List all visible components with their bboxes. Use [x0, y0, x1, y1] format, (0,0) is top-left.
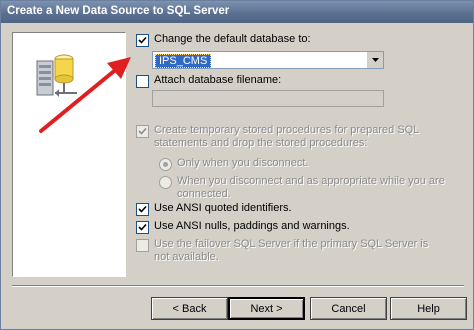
- checkmark-icon: [138, 127, 147, 135]
- radio-only-disconnect-label: Only when you disconnect.: [177, 157, 309, 169]
- ansi-quoted-checkbox-row[interactable]: Use ANSI quoted identifiers.: [136, 202, 292, 216]
- radio-appropriate-label: When you disconnect and as appropriate w…: [177, 175, 445, 200]
- help-button[interactable]: Help: [390, 297, 467, 320]
- attach-db-checkbox[interactable]: [136, 75, 149, 88]
- radio-only-disconnect-row[interactable]: Only when you disconnect.: [159, 157, 308, 171]
- annotation-arrow-icon: [39, 57, 131, 133]
- checkmark-icon: [138, 205, 147, 213]
- temp-procs-label: Create temporary stored procedures for p…: [154, 124, 419, 149]
- window-title: Create a New Data Source to SQL Server: [7, 5, 230, 17]
- change-default-db-label: Change the default database to:: [154, 33, 311, 45]
- ansi-nulls-checkbox-row[interactable]: Use ANSI nulls, paddings and warnings.: [136, 220, 350, 234]
- change-default-db-checkbox[interactable]: [136, 34, 149, 47]
- failover-checkbox-row[interactable]: Use the failover SQL Server if the prima…: [136, 238, 456, 264]
- change-default-db-checkbox-row[interactable]: Change the default database to:: [136, 33, 311, 47]
- default-database-value: IPS_CMS: [155, 54, 212, 68]
- radio-appropriate[interactable]: [159, 176, 172, 189]
- ansi-quoted-label: Use ANSI quoted identifiers.: [154, 202, 292, 214]
- attach-db-filename-input[interactable]: [152, 90, 384, 107]
- back-button[interactable]: < Back: [151, 297, 228, 320]
- temp-procs-checkbox[interactable]: [136, 125, 149, 138]
- failover-label: Use the failover SQL Server if the prima…: [154, 238, 429, 263]
- ansi-nulls-checkbox[interactable]: [136, 221, 149, 234]
- checkmark-icon: [138, 223, 147, 231]
- default-database-select[interactable]: IPS_CMS: [152, 51, 384, 69]
- ansi-nulls-label: Use ANSI nulls, paddings and warnings.: [154, 220, 350, 232]
- radio-appropriate-row[interactable]: When you disconnect and as appropriate w…: [159, 175, 459, 201]
- failover-checkbox[interactable]: [136, 239, 149, 252]
- radio-only-disconnect[interactable]: [159, 158, 172, 171]
- next-button[interactable]: Next >: [228, 297, 305, 320]
- attach-db-checkbox-row[interactable]: Attach database filename:: [136, 74, 281, 88]
- dialog-window: Create a New Data Source to SQL Server C…: [0, 0, 474, 330]
- dropdown-arrow-icon[interactable]: [366, 52, 383, 68]
- cancel-button[interactable]: Cancel: [310, 297, 387, 320]
- temp-procs-checkbox-row[interactable]: Create temporary stored procedures for p…: [136, 124, 456, 150]
- checkmark-icon: [138, 36, 147, 44]
- title-bar[interactable]: Create a New Data Source to SQL Server: [1, 1, 473, 23]
- attach-db-label: Attach database filename:: [154, 74, 282, 86]
- divider: [12, 285, 464, 287]
- ansi-quoted-checkbox[interactable]: [136, 203, 149, 216]
